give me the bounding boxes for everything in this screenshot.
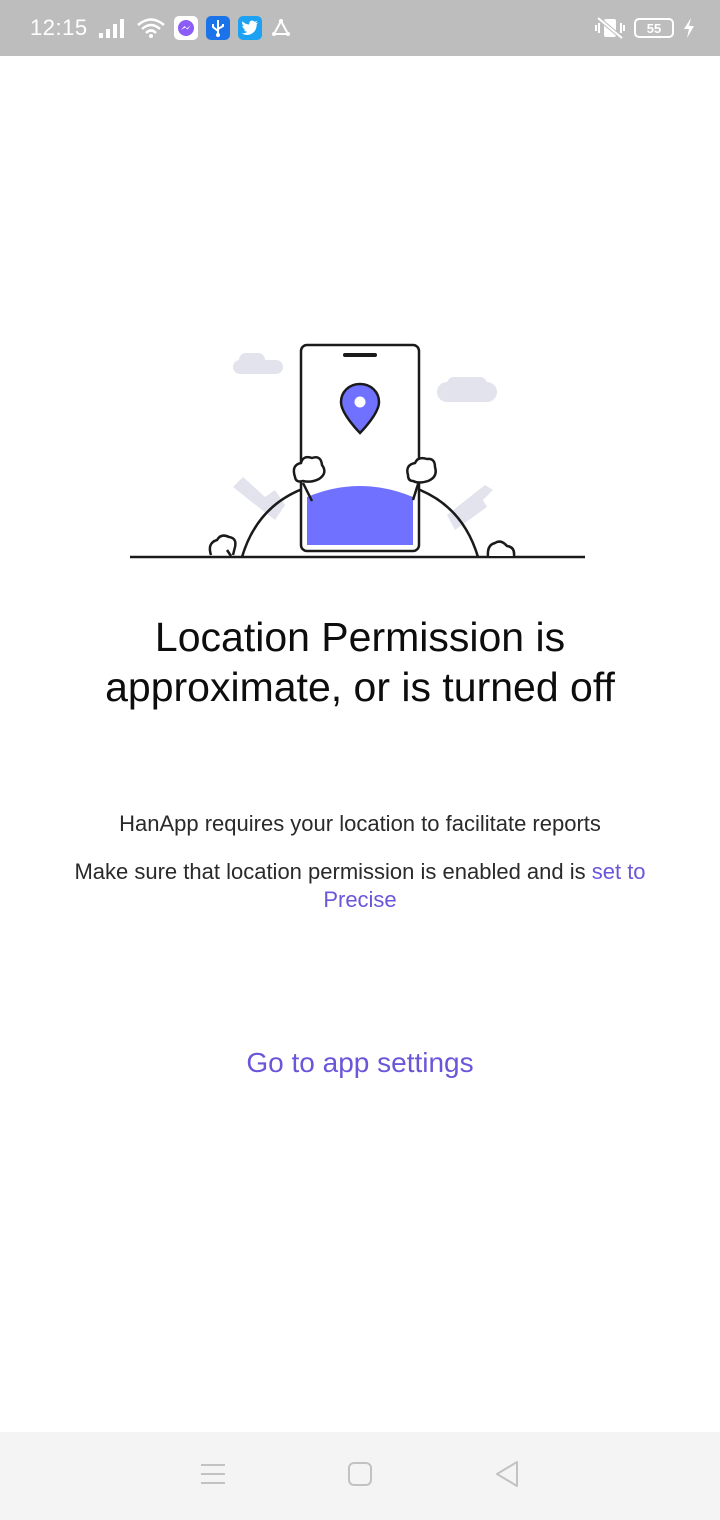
twitter-icon <box>237 16 262 40</box>
cloud-shape-left <box>233 353 283 374</box>
battery-level: 55 <box>646 20 662 36</box>
cloud-shape-right <box>437 377 497 402</box>
go-to-app-settings-button[interactable]: Go to app settings <box>200 1040 520 1086</box>
bush-right <box>486 540 516 557</box>
app-icon <box>270 18 292 38</box>
status-bar: 12:15 55 <box>0 0 720 56</box>
home-icon <box>347 1461 373 1492</box>
menu-button[interactable] <box>183 1446 243 1506</box>
navigation-bar <box>0 1432 720 1520</box>
back-button[interactable] <box>477 1446 537 1506</box>
wifi-icon <box>136 17 166 39</box>
menu-icon <box>199 1462 227 1491</box>
page-title: Location Permission is approximate, or i… <box>105 614 615 710</box>
bush-left <box>208 534 237 557</box>
location-illustration <box>125 335 595 570</box>
back-icon <box>494 1460 520 1493</box>
charging-icon <box>682 17 696 39</box>
vibrate-off-icon <box>594 16 626 40</box>
instructions-text: Make sure that location permission is en… <box>74 859 592 884</box>
status-time: 12:15 <box>30 15 88 40</box>
battery-icon: 55 <box>634 18 674 38</box>
permission-instructions: Make sure that location permission is en… <box>70 858 650 914</box>
messenger-icon <box>173 16 198 40</box>
usb-icon <box>205 16 230 40</box>
signal-icon <box>98 18 128 38</box>
location-requirement-text: HanApp requires your location to facilit… <box>119 811 601 836</box>
home-button[interactable] <box>330 1446 390 1506</box>
